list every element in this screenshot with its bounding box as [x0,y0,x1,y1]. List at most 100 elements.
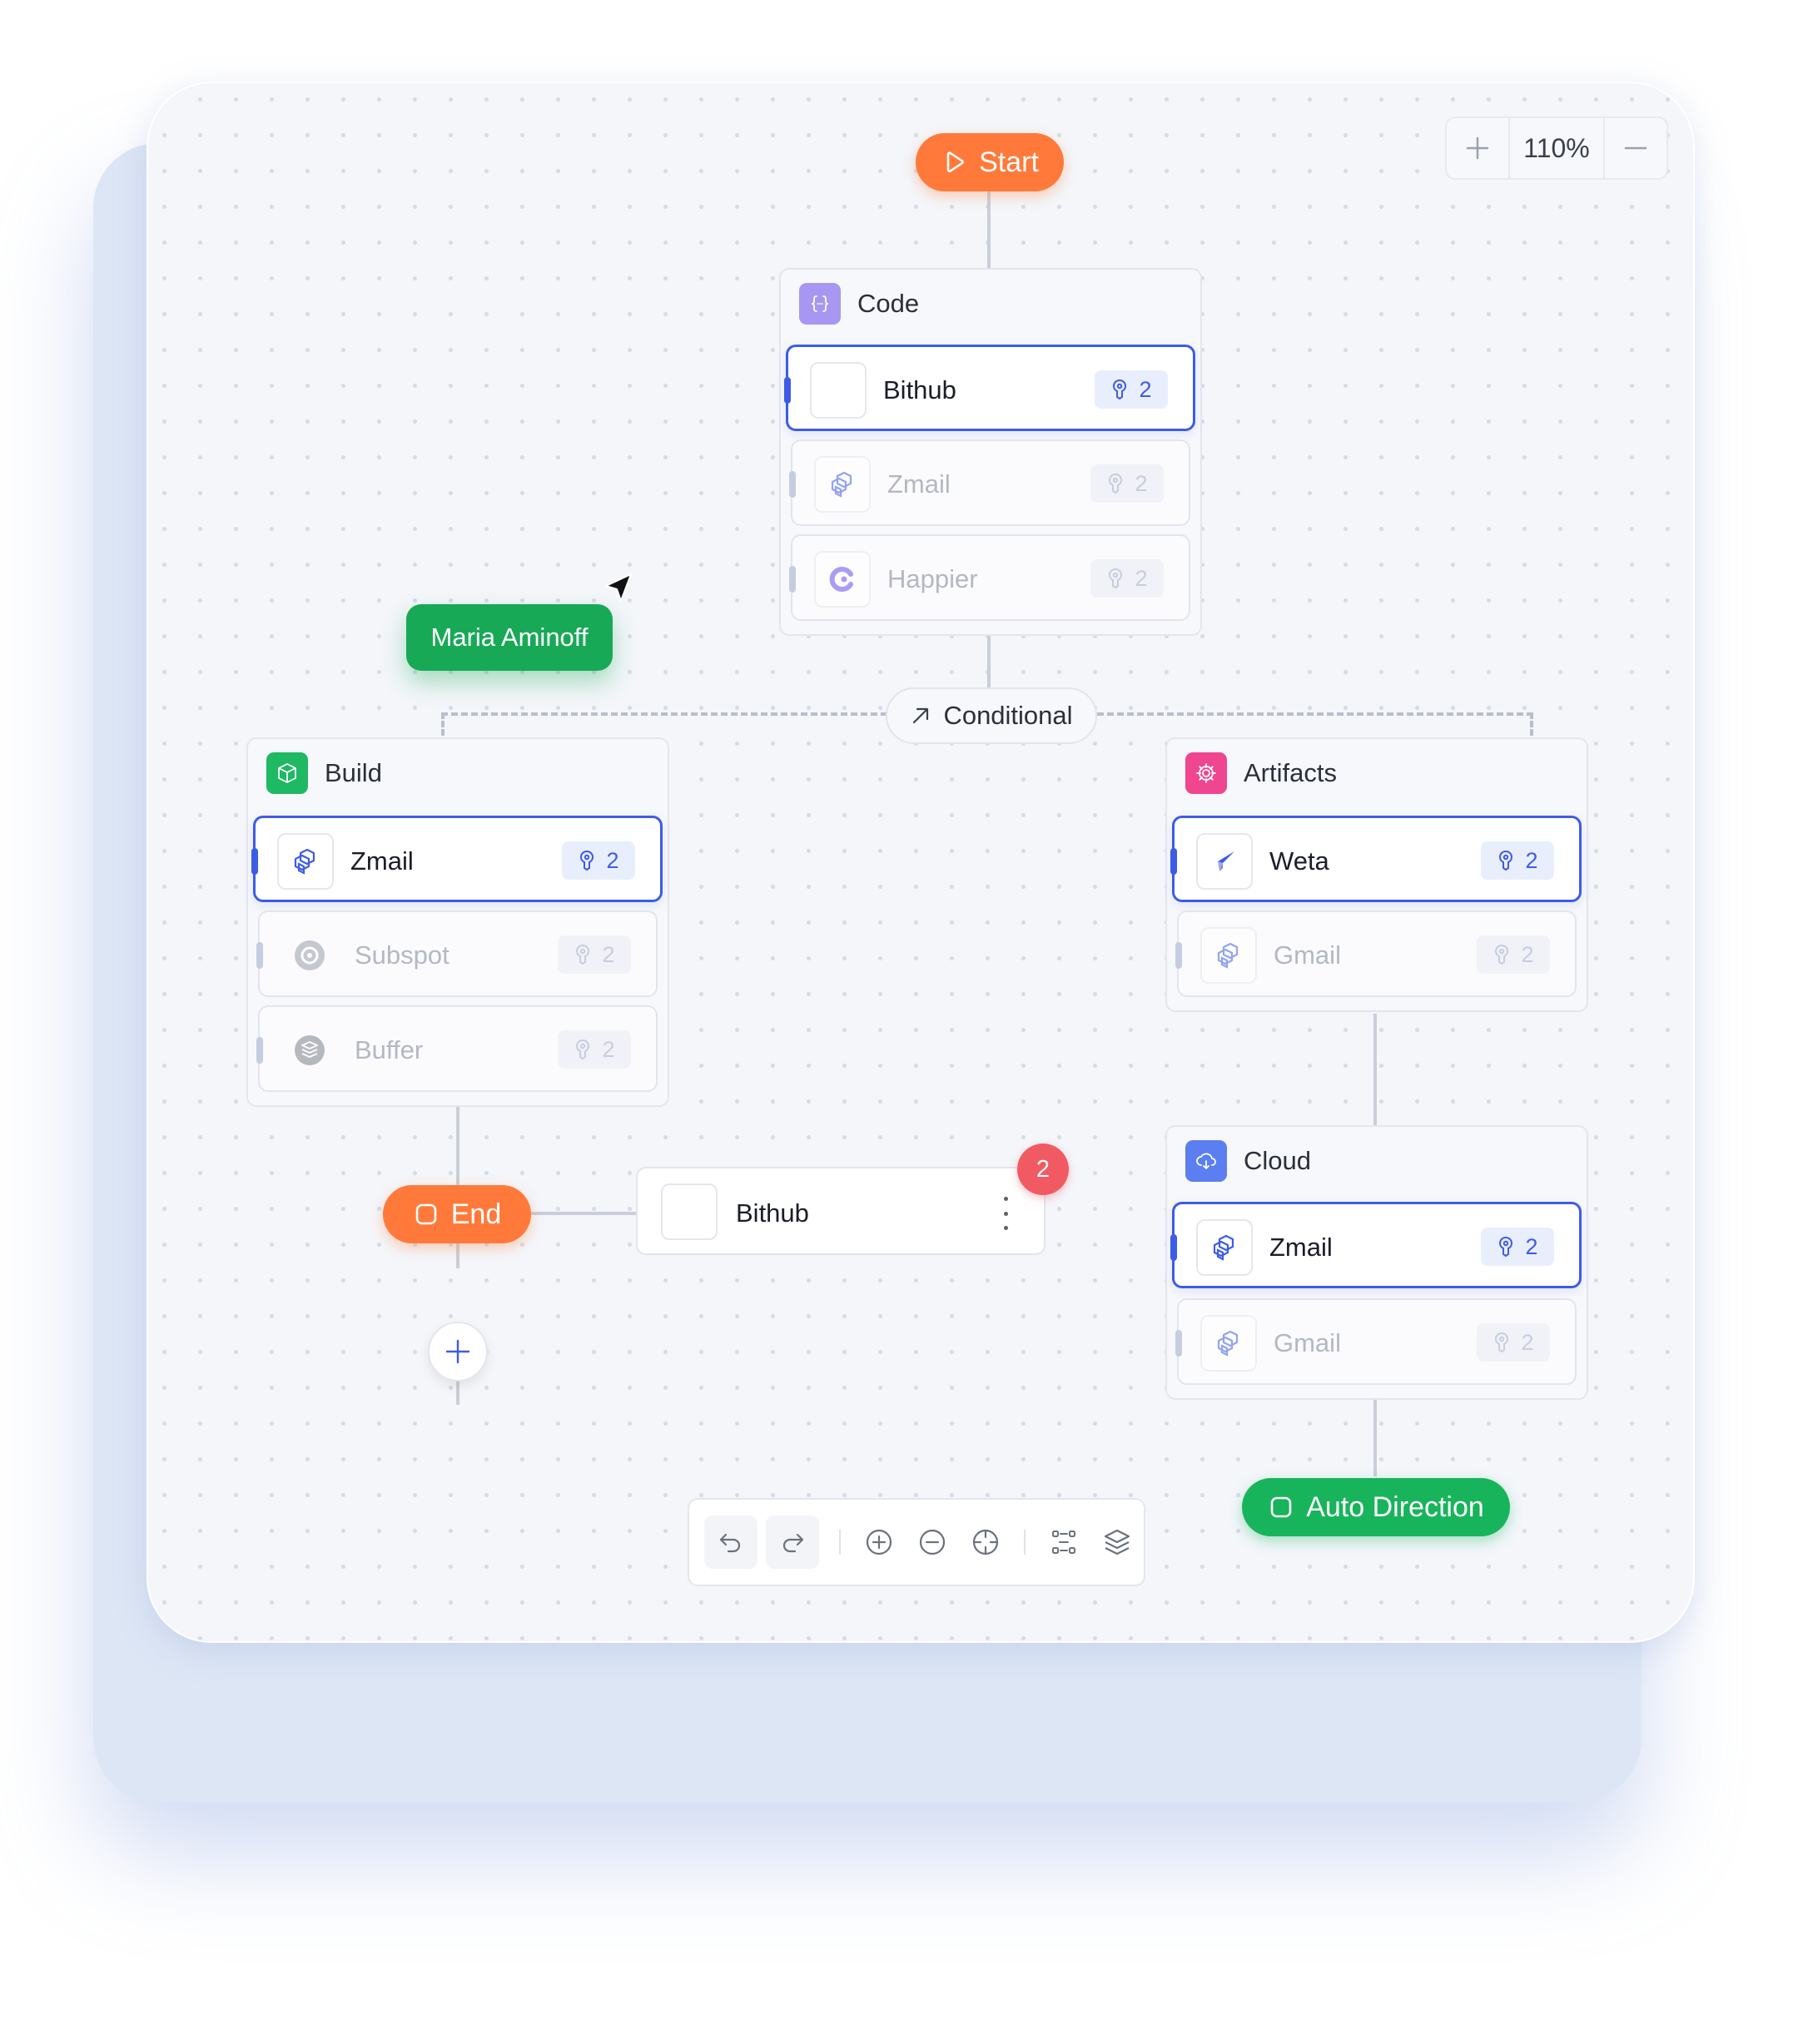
pin-icon [1109,473,1123,494]
code-item-bithub[interactable]: Bithub 2 [784,345,1195,431]
pin-icon [1495,944,1509,965]
build-item-zmail[interactable]: Zmail 2 [251,816,663,902]
pin-icon [580,850,594,871]
zoom-control: 110% [1445,117,1668,180]
cloud-item-gmail[interactable]: Gmail 2 [1175,1298,1577,1385]
group-cloud-header: Cloud [1185,1140,1311,1182]
stack-cube-icon [277,833,334,890]
item-label: Zmail [887,469,951,499]
group-code[interactable]: Code Bithub 2 Zmail 2 Happier 2 [779,268,1202,636]
zoom-minus-button[interactable] [1605,118,1666,178]
group-artifacts[interactable]: Artifacts Weta 2 Gmail 2 [1165,737,1588,1012]
start-label: Start [979,146,1039,178]
square-icon [1270,1496,1292,1518]
zoom-out-icon [919,1529,946,1555]
item-label: Zmail [350,846,414,876]
start-node[interactable]: Start [916,133,1064,191]
gear-cog-icon [1185,752,1227,794]
connection-count-badge: 2 [562,841,635,880]
minus-icon [1624,146,1647,150]
box-icon [266,752,308,794]
add-node-button[interactable] [428,1322,488,1382]
code-braces-icon [799,283,841,325]
center-view-button[interactable] [959,1516,1012,1569]
build-item-buffer[interactable]: Buffer 2 [256,1005,658,1092]
item-label: Buffer [355,1035,424,1064]
play-icon [946,151,964,172]
group-build-title: Build [325,758,382,787]
connection-count-badge: 2 [558,935,631,974]
square-icon [415,1203,437,1225]
zoom-in-button[interactable] [852,1516,906,1569]
item-label: Bithub [883,375,956,404]
bithub-node[interactable]: Bithub [636,1167,1046,1255]
kebab-vertical-icon[interactable] [997,1197,1014,1230]
auto-direction-button[interactable]: Auto Direction [1242,1478,1510,1536]
connection-count-badge: 2 [1481,1228,1554,1266]
stack-cube-icon [1196,1219,1253,1276]
conditional-node[interactable]: Conditional [886,687,1097,744]
artifacts-item-weta[interactable]: Weta 2 [1170,816,1582,902]
stack-cube-icon [814,456,871,513]
item-label: Zmail [1269,1233,1333,1262]
item-label: Happier [887,564,978,593]
plus-icon [445,1339,470,1364]
group-build[interactable]: Build Zmail 2 Subspot 2 Buffer 2 [246,737,669,1107]
conditional-label: Conditional [943,701,1073,730]
zoom-plus-button[interactable] [1447,118,1508,178]
end-node[interactable]: End [383,1185,531,1243]
bithub-icon [661,1183,718,1240]
connection-count-badge: 2 [1477,1323,1550,1362]
group-code-header: Code [799,283,919,325]
connector-start-code [987,190,991,270]
item-label: Gmail [1274,1328,1341,1357]
canvas-toolbar [688,1498,1145,1586]
plus-icon [1466,136,1489,160]
collaborator-name-tag: Maria Aminoff [406,604,613,671]
connector-code-conditional [987,633,991,689]
undo-button[interactable] [704,1516,758,1569]
cursor-arrow-icon [605,573,632,602]
branch-left [441,712,887,716]
pin-icon [1113,379,1127,400]
notification-badge: 2 [1017,1144,1069,1195]
arrow-up-right-icon [913,707,929,724]
item-label: Gmail [1274,940,1341,970]
branch-right [1097,712,1533,716]
connection-count-badge: 2 [1481,841,1554,880]
stack-cube-icon [1200,927,1257,984]
fit-view-button[interactable] [1037,1516,1090,1569]
cloud-item-zmail[interactable]: Zmail 2 [1170,1202,1582,1288]
build-item-subspot[interactable]: Subspot 2 [256,910,658,997]
stack-cube-icon [1200,1315,1257,1372]
pin-icon [1499,1236,1513,1258]
connector-cloud-auto [1373,1397,1377,1476]
pin-icon [576,1039,590,1060]
branch-left-drop [441,712,445,736]
auto-direction-label: Auto Direction [1306,1491,1484,1523]
group-artifacts-header: Artifacts [1185,752,1337,794]
code-item-zmail[interactable]: Zmail 2 [789,439,1190,526]
pin-icon [1109,568,1123,589]
pin-icon [576,944,590,965]
subspot-logo-icon [281,927,338,984]
cloud-icon [1185,1140,1227,1182]
artifacts-item-gmail[interactable]: Gmail 2 [1175,910,1577,997]
happier-logo-icon [814,551,871,608]
layers-button[interactable] [1090,1516,1144,1569]
connection-count-badge: 2 [1090,559,1164,598]
undo-icon [719,1533,741,1553]
zoom-out-button[interactable] [906,1516,959,1569]
connection-count-badge: 2 [1477,935,1550,974]
redo-button[interactable] [766,1516,820,1569]
group-artifacts-title: Artifacts [1244,758,1337,787]
connection-count-badge: 2 [558,1030,631,1069]
group-build-header: Build [266,752,382,794]
group-cloud[interactable]: Cloud Zmail 2 Gmail 2 [1165,1125,1588,1400]
connection-count-badge: 2 [1095,370,1168,409]
code-item-happier[interactable]: Happier 2 [789,534,1190,621]
group-cloud-title: Cloud [1244,1146,1311,1175]
weta-logo-icon [1196,833,1253,890]
connector-artifacts-cloud [1373,1014,1377,1129]
zoom-in-icon [866,1529,892,1555]
